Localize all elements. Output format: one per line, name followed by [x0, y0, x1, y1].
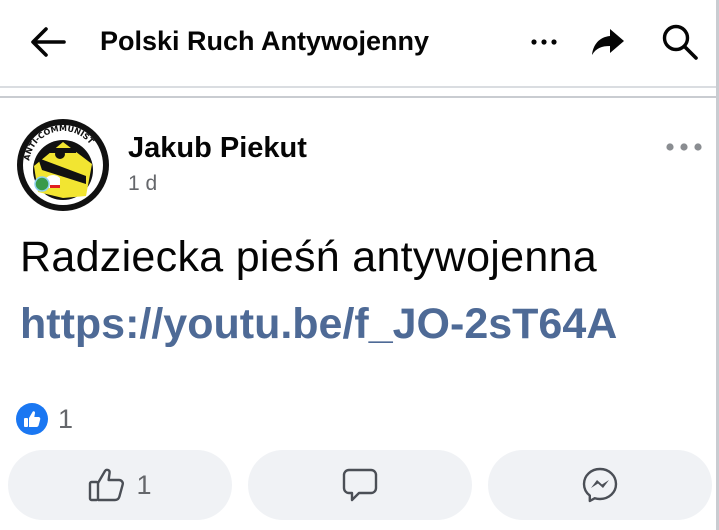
- comment-icon: [342, 468, 378, 502]
- header-divider: [0, 86, 716, 88]
- arrow-left-icon: [31, 27, 66, 57]
- post-author[interactable]: Jakub Piekut: [128, 132, 307, 165]
- anti-communist-logo: ANTI-COMMUNIST: [17, 119, 109, 211]
- more-options-button[interactable]: [524, 24, 564, 60]
- post-link[interactable]: https://youtu.be/f_JO-2sT64A: [20, 300, 617, 349]
- post-text: Radziecka pieśń antywojenna: [20, 233, 598, 281]
- post-timestamp[interactable]: 1 d: [128, 172, 157, 196]
- thumbs-up-outline-icon: [89, 468, 125, 502]
- search-icon: [662, 24, 698, 60]
- send-button[interactable]: [488, 450, 712, 520]
- back-button[interactable]: [26, 22, 70, 62]
- thumbs-up-icon: [24, 411, 41, 427]
- top-bar: Polski Ruch Antywojenny: [0, 0, 716, 86]
- reactions-summary[interactable]: 1: [16, 402, 73, 436]
- like-reaction-badge: [16, 403, 48, 435]
- share-arrow-icon: [592, 29, 624, 55]
- like-button[interactable]: 1: [8, 450, 232, 520]
- section-divider: [0, 96, 716, 98]
- more-horizontal-icon: [531, 39, 557, 45]
- search-button[interactable]: [658, 22, 702, 62]
- avatar[interactable]: ANTI-COMMUNIST: [16, 118, 110, 212]
- post-options-button[interactable]: [660, 130, 708, 164]
- reaction-count: 1: [58, 403, 74, 434]
- more-horizontal-icon: [666, 143, 702, 151]
- page-title: Polski Ruch Antywojenny: [100, 26, 430, 56]
- messenger-icon: [582, 467, 618, 503]
- like-count: 1: [136, 469, 152, 500]
- comment-button[interactable]: [248, 450, 472, 520]
- share-button[interactable]: [588, 22, 628, 62]
